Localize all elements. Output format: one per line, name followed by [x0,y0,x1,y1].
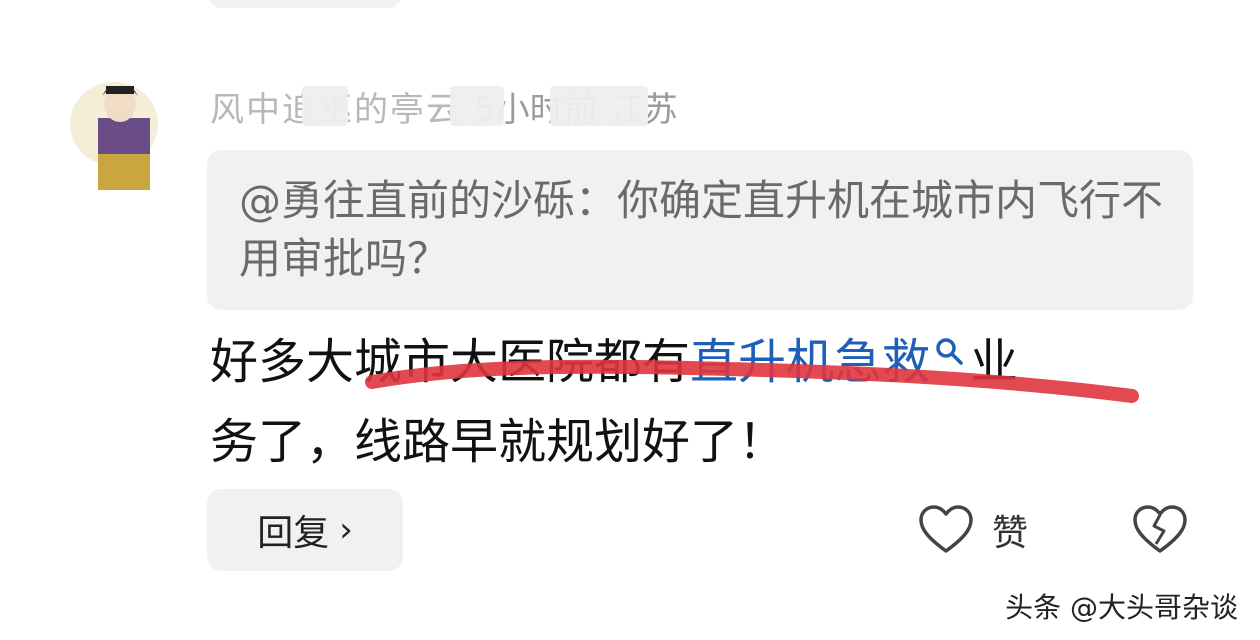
username[interactable]: 风中追巫的亭云 [210,82,648,131]
watermark: 头条 @大头哥杂谈 [1005,591,1238,624]
comment-line-1: 好多大城市大医院都有直升机急救 业 [210,322,1170,402]
comment-text: 业 [970,334,1019,390]
avatar[interactable] [62,78,158,190]
like-label: 赞 [992,513,1029,554]
mosaic-blur [550,85,648,126]
search-link[interactable]: 直升机急救 [690,334,930,390]
quoted-reply[interactable]: @勇往直前的沙砾：你确定直升机在城市内飞行不用审批吗？ [207,150,1193,310]
comment-meta: 风中追巫的亭云 5小时前 江苏 [210,82,678,131]
reply-label: 回复 [257,513,330,554]
comment-text: 好多大城市大医院都有 [210,334,691,390]
mosaic-blur [450,85,504,126]
heart-icon [919,505,973,553]
previous-reply-button-edge [208,0,402,8]
chevron-right-icon: › [339,510,353,550]
comment-page: 风中追巫的亭云 5小时前 江苏 @勇往直前的沙砾：你确定直升机在城市内飞行不用审… [0,0,1260,640]
search-icon[interactable] [934,336,964,366]
like-button[interactable]: 赞 [918,500,1028,560]
comment-line-2: 务了，线路早就规划好了！ [210,402,1170,482]
dislike-button[interactable] [1130,500,1190,560]
comment-text: 务了，线路早就规划好了！ [210,414,787,470]
comment-body: 好多大城市大医院都有直升机急救 业 务了，线路早就规划好了！ [210,322,1170,482]
quoted-text: @勇往直前的沙砾：你确定直升机在城市内飞行不用审批吗？ [239,176,1164,283]
mosaic-blur [302,85,348,126]
reply-button[interactable]: 回复 › [207,489,403,571]
broken-heart-icon [1133,505,1187,553]
